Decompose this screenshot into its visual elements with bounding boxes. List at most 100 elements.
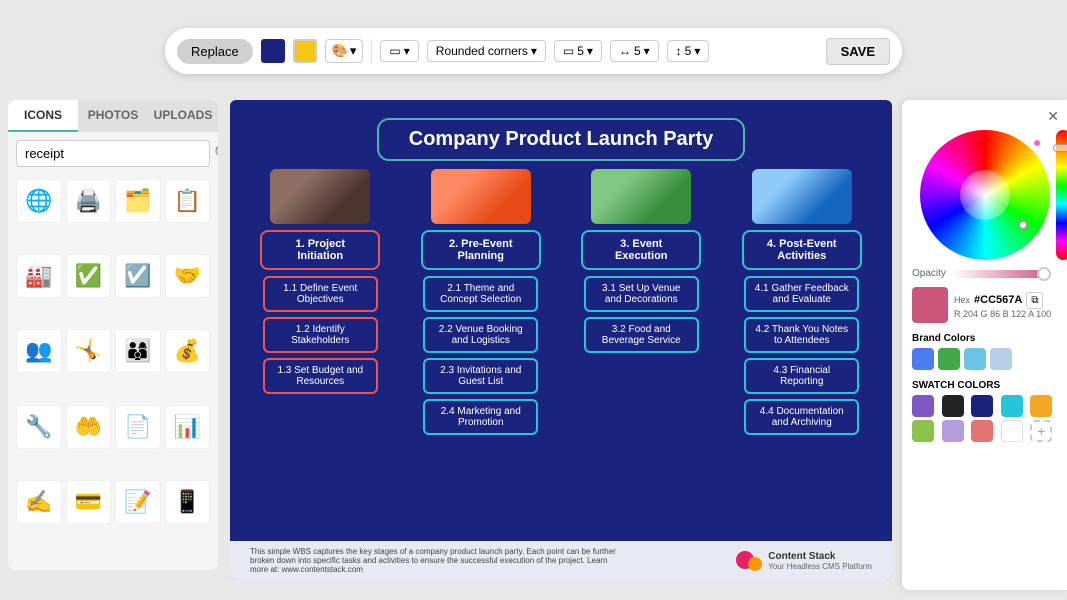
col3-item1[interactable]: 3.1 Set Up Venue and Decorations xyxy=(584,276,699,312)
col1-item2[interactable]: 1.2 Identify Stakeholders xyxy=(263,317,378,353)
search-input[interactable] xyxy=(16,140,210,167)
icon-archive[interactable]: 🗂️ xyxy=(115,179,161,223)
swatch-white[interactable] xyxy=(1001,420,1023,442)
swatch-darkgray[interactable] xyxy=(942,395,964,417)
color-yellow-swatch[interactable] xyxy=(293,39,317,63)
horiz-icon: ↔ xyxy=(619,44,631,58)
icon-printer[interactable]: 🖨️ xyxy=(66,179,112,223)
canvas-area[interactable]: Company Product Launch Party 1. Project … xyxy=(230,100,892,580)
tab-uploads[interactable]: UPLOADS xyxy=(148,100,218,132)
vert-number: 5 xyxy=(685,44,692,58)
divider1 xyxy=(371,39,372,63)
col2-item1[interactable]: 2.1 Theme and Concept Selection xyxy=(423,276,538,312)
vert-chevron: ▾ xyxy=(694,44,700,58)
icon-clipboard[interactable]: 📋 xyxy=(165,179,211,223)
search-row: 🔍 xyxy=(8,132,218,175)
col4-item4[interactable]: 4.4 Documentation and Archiving xyxy=(744,399,859,435)
icon-handshake[interactable]: 🤝 xyxy=(165,254,211,298)
brand-swatch-blue[interactable] xyxy=(912,348,934,370)
wbs-col-2: 2. Pre-Event Planning 2.1 Theme and Conc… xyxy=(416,169,546,440)
logo-bubbles xyxy=(736,551,762,571)
icon-person-active[interactable]: 🤸 xyxy=(66,329,112,373)
icon-wrench[interactable]: 🔧 xyxy=(16,405,62,449)
color-wheel-cursor-white xyxy=(1018,220,1028,230)
icon-document[interactable]: 📄 xyxy=(115,405,161,449)
rgb-label-a: A xyxy=(1028,309,1036,319)
col1-item1[interactable]: 1.1 Define Event Objectives xyxy=(263,276,378,312)
border-width-button[interactable]: ▭ 5 ▾ xyxy=(554,40,602,62)
rgb-g: 86 xyxy=(990,309,1000,319)
swatch-pink[interactable] xyxy=(971,420,993,442)
shape-button[interactable]: ▭ ▾ xyxy=(380,40,418,62)
icon-checkbox[interactable]: ☑️ xyxy=(115,254,161,298)
color-dark-swatch[interactable] xyxy=(261,39,285,63)
canvas-title: Company Product Launch Party xyxy=(409,128,714,150)
brand-swatch-green[interactable] xyxy=(938,348,960,370)
brand-swatch-lightblue[interactable] xyxy=(964,348,986,370)
col2-item4[interactable]: 2.4 Marketing and Promotion xyxy=(423,399,538,435)
search-button[interactable]: 🔍 xyxy=(214,144,218,164)
replace-button[interactable]: Replace xyxy=(177,39,253,64)
icon-family[interactable]: 👨‍👩‍👦 xyxy=(115,329,161,373)
border-chevron: ▾ xyxy=(587,44,593,58)
horiz-pad-button[interactable]: ↔ 5 ▾ xyxy=(610,40,659,62)
opacity-bar[interactable] xyxy=(952,270,1051,278)
col1-header[interactable]: 1. Project Initiation xyxy=(260,230,380,270)
wbs-col-1: 1. Project Initiation 1.1 Define Event O… xyxy=(255,169,385,440)
swatch-cyan[interactable] xyxy=(1001,395,1023,417)
swatch-darkblue[interactable] xyxy=(971,395,993,417)
col1-item3[interactable]: 1.3 Set Budget and Resources xyxy=(263,358,378,394)
brand-swatch-paleblue[interactable] xyxy=(990,348,1012,370)
brand-colors-section: Brand Colors xyxy=(912,333,1057,370)
icon-card[interactable]: 💳 xyxy=(66,480,112,524)
close-button[interactable]: ✕ xyxy=(1047,108,1059,125)
icon-check-circle[interactable]: ✅ xyxy=(66,254,112,298)
vert-pad-button[interactable]: ↕ 5 ▾ xyxy=(667,40,710,62)
icon-hands[interactable]: 🤲 xyxy=(66,405,112,449)
color-wheel[interactable] xyxy=(920,130,1050,260)
opacity-row: Opacity xyxy=(912,268,1057,279)
save-button[interactable]: SAVE xyxy=(826,38,890,65)
col2-header[interactable]: 2. Pre-Event Planning xyxy=(421,230,541,270)
swatch-lavender[interactable] xyxy=(942,420,964,442)
tab-icons[interactable]: ICONS xyxy=(8,100,78,132)
col3-header[interactable]: 3. Event Execution xyxy=(581,230,701,270)
col4-item1[interactable]: 4.1 Gather Feedback and Evaluate xyxy=(744,276,859,312)
col3-item2[interactable]: 3.2 Food and Beverage Service xyxy=(584,317,699,353)
tab-photos[interactable]: PHOTOS xyxy=(78,100,148,132)
swatch-purple[interactable] xyxy=(912,395,934,417)
col2-item3[interactable]: 2.3 Invitations and Guest List xyxy=(423,358,538,394)
col4-item3[interactable]: 4.3 Financial Reporting xyxy=(744,358,859,394)
left-panel: ICONS PHOTOS UPLOADS 🔍 🌐 🖨️ 🗂️ 📋 🏭 ✅ ☑️ … xyxy=(8,100,218,570)
icon-factory[interactable]: 🏭 xyxy=(16,254,62,298)
opacity-label: Opacity xyxy=(912,268,946,279)
paint-icon: 🎨 xyxy=(332,43,348,59)
wbs-col-3: 3. Event Execution 3.1 Set Up Venue and … xyxy=(576,169,706,440)
paint-button[interactable]: 🎨 ▾ xyxy=(325,39,364,63)
col3-photo xyxy=(591,169,691,224)
col4-photo xyxy=(752,169,852,224)
icon-money[interactable]: 💰 xyxy=(165,329,211,373)
hex-label: Hex xyxy=(954,295,970,305)
swatch-add-button[interactable]: + xyxy=(1030,420,1052,442)
col4-header[interactable]: 4. Post-Event Activities xyxy=(742,230,862,270)
wbs-footer: This simple WBS captures the key stages … xyxy=(230,541,892,580)
icon-notepad[interactable]: 📝 xyxy=(115,480,161,524)
icon-mobile[interactable]: 📱 xyxy=(165,480,211,524)
rgb-b: 122 xyxy=(1011,309,1026,319)
hex-value: #CC567A xyxy=(974,294,1022,306)
icon-globe[interactable]: 🌐 xyxy=(16,179,62,223)
color-wheel-cursor-pink xyxy=(1032,138,1042,148)
icon-chart[interactable]: 📊 xyxy=(165,405,211,449)
hex-color-swatch[interactable] xyxy=(912,287,948,323)
col2-item2[interactable]: 2.2 Venue Booking and Logistics xyxy=(423,317,538,353)
swatch-orange[interactable] xyxy=(1030,395,1052,417)
icon-writing[interactable]: ✍️ xyxy=(16,480,62,524)
col1-image xyxy=(270,169,370,224)
col4-item2[interactable]: 4.2 Thank You Notes to Attendees xyxy=(744,317,859,353)
icon-group[interactable]: 👥 xyxy=(16,329,62,373)
swatch-lightgreen[interactable] xyxy=(912,420,934,442)
hex-copy-button[interactable]: ⧉ xyxy=(1026,292,1043,309)
rounded-corners-button[interactable]: Rounded corners ▾ xyxy=(427,40,546,62)
hue-bar[interactable] xyxy=(1056,130,1067,260)
